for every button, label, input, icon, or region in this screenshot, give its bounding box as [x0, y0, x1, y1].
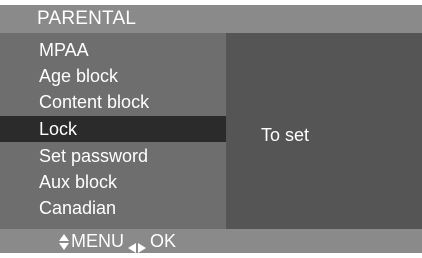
- title-bar: PARENTAL: [0, 5, 422, 33]
- menu-item-label: Canadian: [39, 198, 117, 218]
- menu-item-label: MPAA: [39, 40, 89, 60]
- menu-item-label: Lock: [39, 119, 78, 139]
- menu-item-content-block[interactable]: Content block: [0, 89, 226, 115]
- menu-item-age-block[interactable]: Age block: [0, 63, 226, 89]
- parental-osd-window: PARENTAL MPAA Age block Content block Lo…: [0, 5, 422, 253]
- menu-item-lock[interactable]: Lock: [0, 116, 226, 142]
- footer-hints: MENU OK: [59, 230, 177, 253]
- menu-item-set-password[interactable]: Set password: [0, 143, 226, 169]
- menu-item-label: Set password: [39, 146, 149, 166]
- menu-item-label: Aux block: [39, 172, 118, 192]
- menu-item-label: Content block: [39, 92, 150, 112]
- menu-item-mpaa[interactable]: MPAA: [0, 37, 226, 63]
- menu-title: PARENTAL: [37, 8, 137, 29]
- detail-value: To set: [261, 125, 310, 145]
- menu-item-label: Age block: [39, 66, 119, 86]
- footer-hint-bar: MENU OK: [0, 229, 422, 253]
- parental-menu-list: MPAA Age block Content block Lock Set pa…: [0, 33, 226, 229]
- menu-item-canadian[interactable]: Canadian: [0, 195, 226, 221]
- menu-hint-label: MENU: [71, 231, 124, 251]
- menu-item-aux-block[interactable]: Aux block: [0, 169, 226, 195]
- ok-hint-label: OK: [150, 231, 177, 251]
- up-down-arrows-icon: [59, 233, 69, 250]
- left-right-arrows-icon: [128, 236, 146, 253]
- detail-panel: To set: [226, 33, 422, 229]
